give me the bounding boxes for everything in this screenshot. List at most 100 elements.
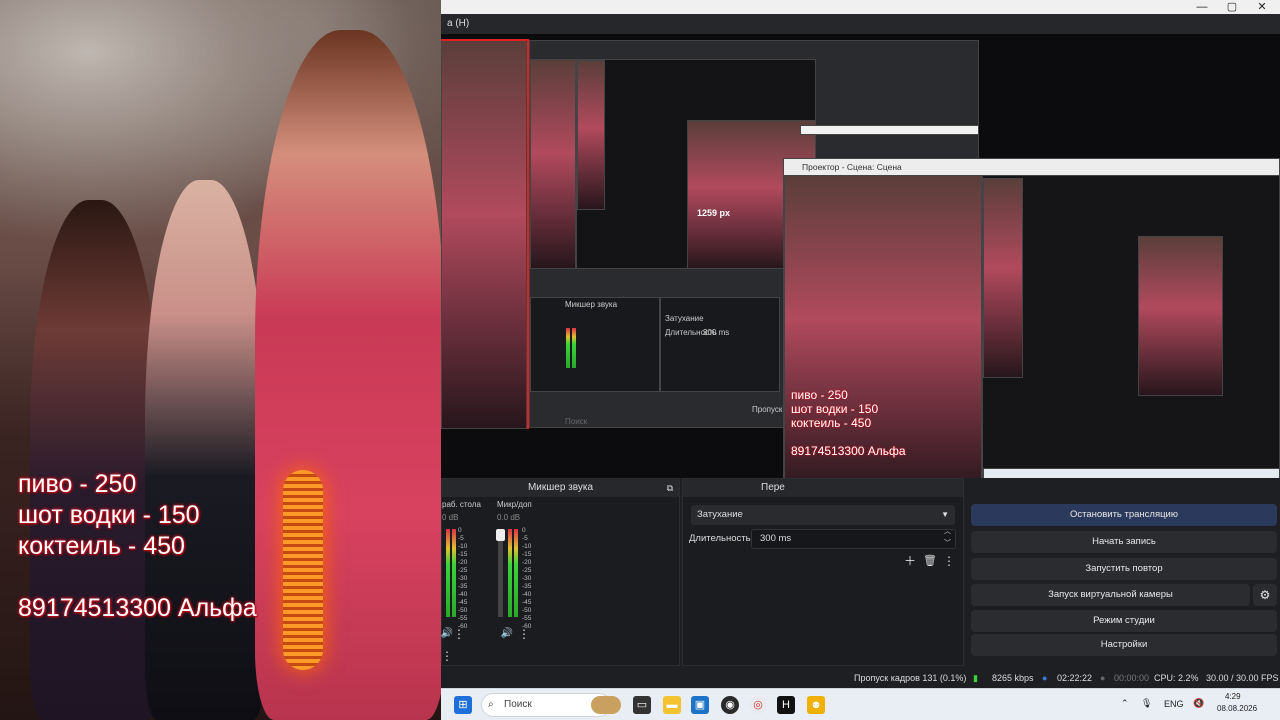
projector-nested-cam-2: [1138, 236, 1223, 396]
nested-obs-2: 1259 px: [576, 59, 816, 269]
window-titlebar: — ▢ ✕: [441, 0, 1280, 14]
audio-mixer-dock: Микшер звука ⧉ раб. стола 0 dB 0 -5 -10 -1…: [441, 478, 680, 666]
duration-input[interactable]: 300 ms ︿ ﹀: [751, 526, 956, 550]
projector-window[interactable]: Проектор - Сцена: Сцена пиво - 250 шот в…: [783, 158, 1280, 478]
minimize-button[interactable]: —: [1188, 0, 1216, 14]
search-icon: ⌕: [488, 699, 494, 710]
nested-cam-1: [530, 59, 576, 269]
start-menu-icon[interactable]: ⊞: [454, 696, 472, 714]
studio-mode-button[interactable]: Режим студии: [971, 610, 1277, 632]
task-view-icon[interactable]: ▭: [633, 696, 651, 714]
person-left: [30, 200, 160, 720]
preview-canvas[interactable]: 1259 px Микшер звука Затухание Длительно…: [441, 34, 1280, 478]
start-replay-button[interactable]: Запустить повтор: [971, 558, 1277, 580]
nested-mixer-title: Микшер звука: [565, 300, 618, 309]
transition-type-select[interactable]: Затухание ▼: [691, 505, 955, 525]
nested-title: [800, 125, 978, 135]
donation-phone: 89174513300 Альфа: [18, 594, 257, 622]
mixer-ch1-menu-icon[interactable]: ⋮: [450, 625, 468, 643]
mixer-ch2-meter-l: [508, 529, 512, 617]
projector-titlebar: Проектор - Сцена: Сцена: [784, 159, 1279, 175]
add-transition-icon[interactable]: ＋: [901, 552, 919, 570]
nested-cam-2: [577, 60, 605, 210]
file-explorer-icon[interactable]: ▬: [663, 696, 681, 714]
menubar: а (H): [441, 14, 1280, 34]
tray-mic-icon[interactable]: 🎙: [1141, 698, 1152, 709]
stop-stream-button[interactable]: Остановить трансляцию: [971, 504, 1277, 526]
widgets-icon[interactable]: [591, 696, 621, 714]
virtual-camera-button[interactable]: Запуск виртуальной камеры: [971, 584, 1250, 606]
audio-mixer-title: Микшер звука: [527, 482, 594, 493]
language-indicator[interactable]: ENG: [1164, 699, 1184, 709]
price-vodka-shot: шот водки - 150: [18, 501, 200, 529]
obs-icon[interactable]: ◉: [721, 696, 739, 714]
stream-time: 02:22:22: [1057, 673, 1093, 683]
duration-label: Длительность: [689, 533, 751, 544]
duration-value: 300 ms: [760, 533, 792, 544]
status-bar: Пропуск кадров 131 (0.1%) ▮ 8265 kbps ● …: [441, 668, 1280, 688]
mixer-ch2-mute-icon[interactable]: 🔊: [498, 625, 516, 643]
scene-transitions-dock: Пере Затухание ▼ Длительность 300 ms ︿ ﹀ …: [682, 478, 964, 666]
volume-muted-icon[interactable]: 🔇: [1193, 698, 1204, 709]
transition-type-value: Затухание: [697, 509, 743, 520]
undock-icon[interactable]: ⧉: [667, 479, 673, 497]
price-beer: пиво - 250: [18, 470, 137, 498]
tray-overflow-icon[interactable]: ⌃: [1121, 698, 1129, 709]
projector-nested-cam: [983, 178, 1023, 378]
transition-menu-icon[interactable]: ⋮: [940, 552, 958, 570]
mixer-ch2-scale: 0 -5 -10 -15 -20 -25 -30 -35 -40 -45 -50 -55 -60: [522, 527, 532, 630]
camera-projector-view: пиво - 250 шот водки - 150 коктеиль - 45…: [0, 0, 441, 720]
selection-border-top: [441, 39, 527, 41]
nested-trans-type: Затухание: [665, 314, 704, 323]
record-time: 00:00:00: [1114, 673, 1150, 683]
nested-meter-1: [566, 328, 570, 368]
projector-nested-taskbar: [983, 468, 1279, 478]
stepper-icon[interactable]: ︿ ﹀: [944, 526, 951, 550]
window-title-fragment: а (H): [447, 18, 470, 29]
virtual-camera-settings-gear-icon[interactable]: ⚙: [1253, 584, 1277, 606]
store-icon[interactable]: ▣: [691, 696, 709, 714]
signal-bars-icon: ▮: [973, 673, 978, 683]
projector-price-cocktail: коктеиль - 450: [791, 416, 872, 430]
settings-button[interactable]: Настройки: [971, 634, 1277, 656]
microphone: [283, 470, 323, 670]
price-cocktail: коктеиль - 450: [18, 532, 185, 560]
mixer-ch1-meter-l: [446, 529, 450, 617]
projector-cam: пиво - 250 шот водки - 150 коктеиль - 45…: [784, 175, 982, 478]
dropped-frames: Пропуск кадров 131 (0.1%): [854, 673, 967, 683]
transitions-header: Пере: [683, 479, 963, 497]
mixer-menu-icon[interactable]: ⋮: [438, 647, 456, 665]
audio-mixer-header: Микшер звука ⧉: [442, 479, 679, 497]
nested-meter-2: [572, 328, 576, 368]
mixer-ch2-db: 0.0 dB: [497, 513, 521, 522]
maximize-button[interactable]: ▢: [1218, 0, 1246, 14]
stream-status-icon: ●: [1042, 673, 1048, 683]
search-placeholder: Поиск: [504, 699, 532, 710]
mixer-ch2-menu-icon[interactable]: ⋮: [515, 625, 533, 643]
projector-title: Проектор - Сцена: Сцена: [802, 162, 902, 172]
chrome-icon[interactable]: ◎: [749, 696, 767, 714]
close-button[interactable]: ✕: [1248, 0, 1276, 14]
bitrate: 8265 kbps: [992, 673, 1034, 683]
app-yellow-icon[interactable]: ☻: [807, 696, 825, 714]
nested-mixer: Микшер звука: [530, 297, 660, 392]
clock-time[interactable]: 4:29: [1225, 692, 1241, 701]
nested-transitions: Затухание Длительность 300 ms: [660, 297, 780, 392]
mixer-ch2-fader-track[interactable]: [496, 529, 505, 617]
projector-nested: [982, 175, 1279, 478]
mixer-ch1-scale: 0 -5 -10 -15 -20 -25 -30 -35 -40 -45 -50 -55 -60: [458, 527, 468, 630]
mixer-ch2-label: Микр/доп: [497, 500, 532, 509]
trash-icon[interactable]: 🗑: [921, 552, 939, 570]
projector-phone: 89174513300 Альфа: [791, 444, 906, 458]
nested-search: Поиск: [565, 417, 588, 426]
app-h-icon[interactable]: H: [777, 696, 795, 714]
clock-date[interactable]: 08.08.2026: [1217, 704, 1257, 713]
person-middle: [145, 180, 265, 720]
mixer-ch2-meter-r: [514, 529, 518, 617]
start-record-button[interactable]: Начать запись: [971, 531, 1277, 553]
mixer-ch1-label: раб. стола: [442, 500, 481, 509]
mixer-ch2-fader-handle[interactable]: [496, 529, 505, 541]
nested-duration-value: 300 ms: [703, 328, 730, 337]
preview-camera-source[interactable]: [441, 39, 527, 429]
chevron-down-icon: ▼: [941, 510, 949, 519]
